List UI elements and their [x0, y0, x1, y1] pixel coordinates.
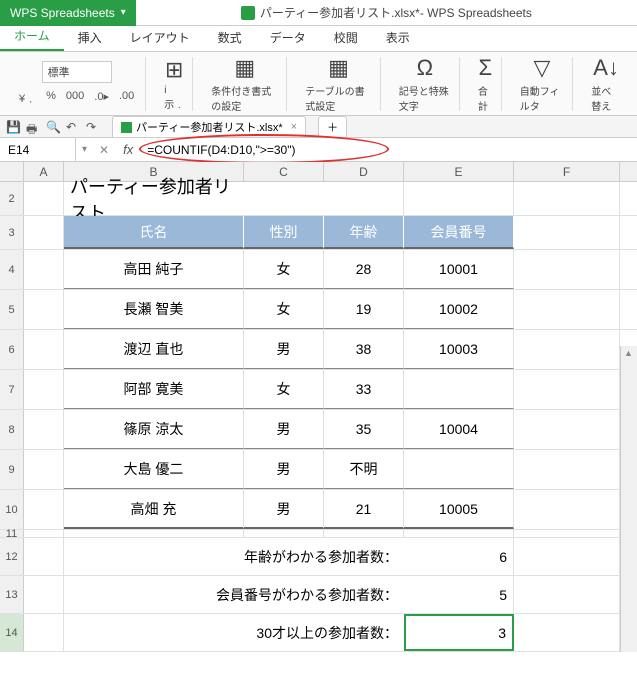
border-icon[interactable]: ⊞	[165, 57, 183, 83]
window-title-doc: パーティー参加者リスト.xlsx*	[260, 4, 420, 21]
vertical-scrollbar[interactable]	[620, 346, 637, 652]
print-icon[interactable]: 🖶	[26, 120, 40, 134]
col-header-F[interactable]: F	[514, 162, 620, 181]
active-cell-E14[interactable]: 3	[404, 614, 514, 651]
document-icon	[121, 122, 132, 133]
sort-icon: A↓	[593, 55, 619, 81]
sigma-icon: Σ	[478, 55, 492, 81]
tab-home[interactable]: ホーム	[0, 22, 64, 51]
window-title: パーティー参加者リスト.xlsx* - WPS Spreadsheets	[241, 4, 532, 21]
table-icon: ▦	[328, 55, 349, 81]
row-header-12[interactable]: 12	[0, 538, 24, 575]
funnel-icon: ▽	[534, 55, 551, 81]
window-title-suffix: - WPS Spreadsheets	[420, 6, 532, 20]
comma-icon[interactable]: 000	[63, 89, 87, 107]
spreadsheet-grid[interactable]: A B C D E F 2 パーティー参加者リスト 3 氏名 性別 年齢 会員番…	[0, 162, 637, 652]
row-header-7[interactable]: 7	[0, 370, 24, 409]
row-header-8[interactable]: 8	[0, 410, 24, 449]
summary-value-1[interactable]: 6	[404, 538, 514, 575]
select-all-corner[interactable]	[0, 162, 24, 181]
tab-data[interactable]: データ	[256, 24, 320, 51]
ribbon-group-number: 標準 ¥﹒ % 000 .0▸ .00	[8, 57, 146, 111]
th-name[interactable]: 氏名	[64, 216, 244, 249]
preview-icon[interactable]: 🔍	[46, 120, 60, 134]
cond-format-label: 条件付き書式の設定	[211, 83, 278, 113]
row-header-4[interactable]: 4	[0, 250, 24, 289]
tab-view[interactable]: 表示	[372, 24, 424, 51]
decimal-inc-icon[interactable]: .0▸	[91, 89, 112, 107]
row-header-10[interactable]: 10	[0, 490, 24, 529]
document-icon	[241, 6, 255, 20]
document-tab-label: パーティー参加者リスト.xlsx*	[136, 119, 283, 135]
table-style-label: テーブルの書式設定	[305, 83, 372, 113]
cancel-formula-icon[interactable]: ✕	[93, 143, 115, 157]
cond-format-icon: ▦	[234, 55, 255, 81]
omega-icon: Ω	[417, 55, 433, 81]
decimal-dec-icon[interactable]: .00	[116, 89, 137, 107]
ribbon-table-style[interactable]: ▦ テーブルの書式設定	[297, 57, 381, 111]
title-bar: WPS Spreadsheets ▾ パーティー参加者リスト.xlsx* - W…	[0, 0, 637, 26]
ribbon-filter[interactable]: ▽ 自動フィルタ	[512, 57, 574, 111]
col-header-A[interactable]: A	[24, 162, 64, 181]
row-header-9[interactable]: 9	[0, 450, 24, 489]
currency-icon[interactable]: ¥﹒	[16, 89, 39, 107]
fx-icon[interactable]: fx	[115, 142, 141, 157]
tab-formula[interactable]: 数式	[204, 24, 256, 51]
indent-label: i示﹒	[164, 85, 184, 111]
summary-label-1[interactable]: 年齢がわかる参加者数：	[64, 538, 404, 575]
row-header-2[interactable]: 2	[0, 182, 24, 215]
th-member-no[interactable]: 会員番号	[404, 216, 514, 249]
sum-label: 合計	[478, 83, 493, 113]
redo-icon[interactable]: ↷	[86, 120, 100, 134]
formula-text: =COUNTIF(D4:D10,">=30")	[147, 143, 295, 157]
save-icon[interactable]: 💾	[6, 120, 20, 134]
row-3-headers: 3 氏名 性別 年齢 会員番号	[0, 216, 637, 250]
cell-A2[interactable]	[24, 182, 64, 215]
summary-label-2[interactable]: 会員番号がわかる参加者数：	[64, 576, 404, 613]
col-header-E[interactable]: E	[404, 162, 514, 181]
sort-label: 並べ替え	[591, 83, 621, 113]
tab-insert[interactable]: 挿入	[64, 24, 116, 51]
number-format-select[interactable]: 標準	[42, 61, 112, 83]
th-gender[interactable]: 性別	[244, 216, 324, 249]
ribbon-symbol[interactable]: Ω 記号と特殊文字	[391, 57, 460, 111]
app-logo-text: WPS Spreadsheets	[10, 6, 115, 20]
row-header-13[interactable]: 13	[0, 576, 24, 613]
percent-icon[interactable]: %	[43, 89, 59, 107]
formula-input[interactable]: =COUNTIF(D4:D10,">=30")	[141, 138, 637, 162]
ribbon: 標準 ¥﹒ % 000 .0▸ .00 ⊞ i示﹒ ▦ 条件付き書式の設定 ▦ …	[0, 52, 637, 116]
row-2: 2 パーティー参加者リスト	[0, 182, 637, 216]
undo-icon[interactable]: ↶	[66, 120, 80, 134]
row-header-5[interactable]: 5	[0, 290, 24, 329]
summary-label-3[interactable]: 30才以上の参加者数：	[64, 614, 404, 651]
cell-B2-title[interactable]: パーティー参加者リスト	[64, 182, 244, 215]
row-header-11[interactable]: 11	[0, 530, 24, 537]
ribbon-group-style: ⊞ i示﹒	[156, 57, 193, 111]
ribbon-sum[interactable]: Σ 合計	[470, 57, 502, 111]
symbol-label: 記号と特殊文字	[399, 83, 451, 113]
col-header-C[interactable]: C	[244, 162, 324, 181]
ribbon-cond-format[interactable]: ▦ 条件付き書式の設定	[203, 57, 287, 111]
ribbon-sort[interactable]: A↓ 並べ替え	[583, 57, 629, 111]
chevron-down-icon: ▾	[121, 7, 126, 18]
tab-layout[interactable]: レイアウト	[116, 24, 204, 51]
th-age[interactable]: 年齢	[324, 216, 404, 249]
row-header-6[interactable]: 6	[0, 330, 24, 369]
row-header-14[interactable]: 14	[0, 614, 24, 651]
filter-label: 自動フィルタ	[520, 83, 565, 113]
tab-review[interactable]: 校閲	[320, 24, 372, 51]
new-tab-button[interactable]: ＋	[318, 116, 347, 137]
formula-bar-row: E14 ▾ ✕ fx =COUNTIF(D4:D10,">=30")	[0, 138, 637, 162]
name-box[interactable]: E14	[0, 138, 76, 162]
quick-access-toolbar: 💾 🖶 🔍 ↶ ↷ パーティー参加者リスト.xlsx* × ＋	[0, 116, 637, 138]
ribbon-tabs: ホーム 挿入 レイアウト 数式 データ 校閲 表示	[0, 26, 637, 52]
col-header-D[interactable]: D	[324, 162, 404, 181]
cell-name[interactable]: 高田 純子	[64, 250, 244, 289]
row-header-3[interactable]: 3	[0, 216, 24, 249]
name-box-dropdown-icon[interactable]: ▾	[76, 144, 93, 155]
summary-value-2[interactable]: 5	[404, 576, 514, 613]
close-tab-icon[interactable]: ×	[291, 121, 297, 133]
document-tab[interactable]: パーティー参加者リスト.xlsx* ×	[112, 116, 306, 137]
